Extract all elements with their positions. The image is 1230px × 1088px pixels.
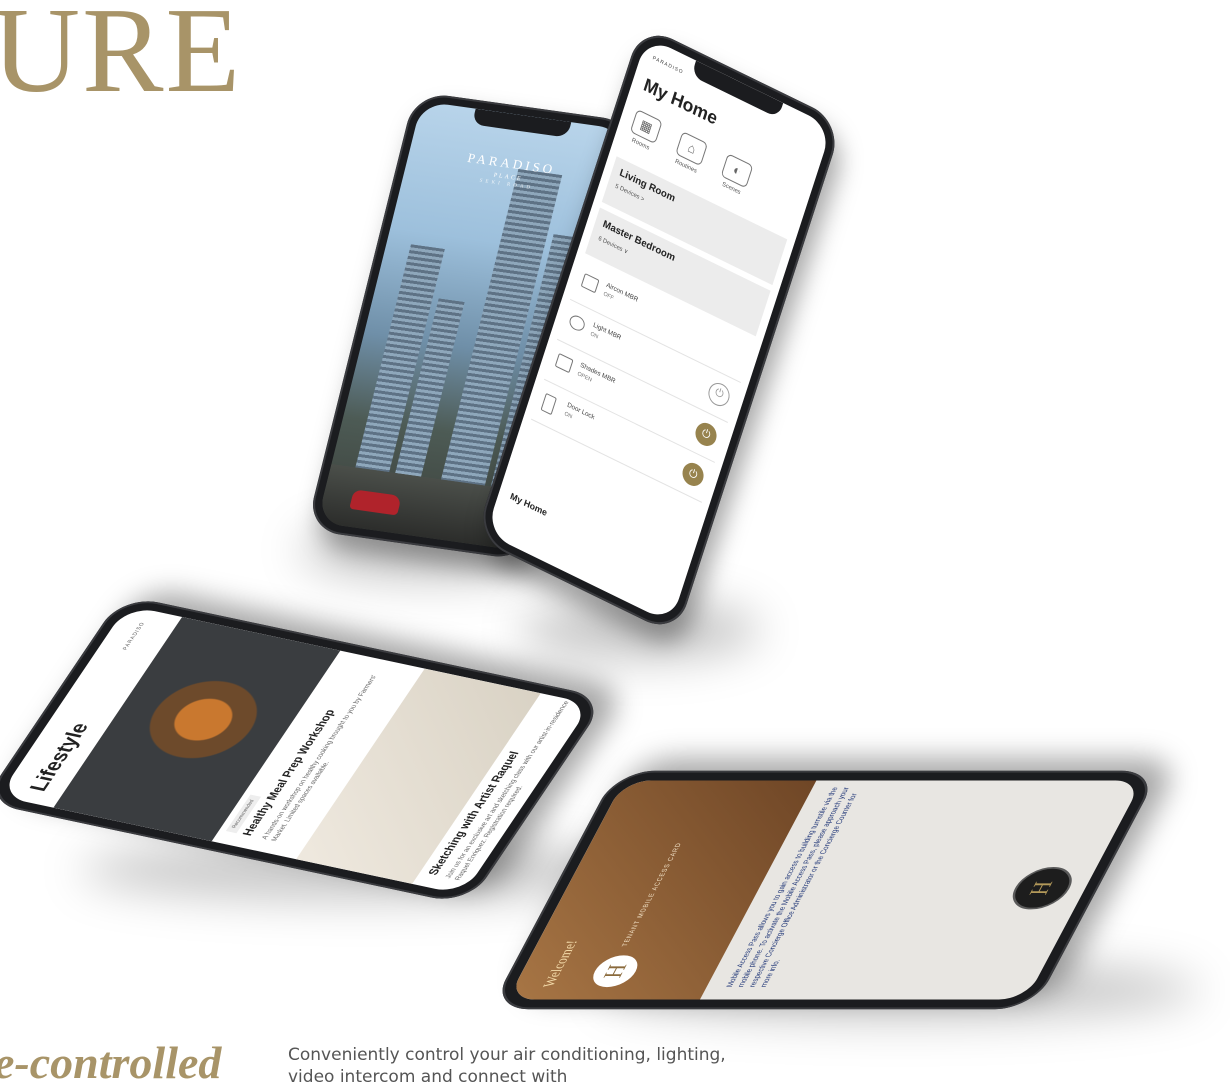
tab-rooms[interactable]: ▦ Rooms (624, 108, 665, 155)
app-home-button[interactable]: H (1003, 867, 1081, 910)
device-status: OFF (602, 291, 615, 302)
aircon-icon (580, 272, 600, 294)
power-toggle[interactable]: ⏻ (692, 419, 720, 450)
power-toggle[interactable]: ⏻ (705, 379, 733, 410)
bulb-icon (567, 312, 587, 334)
tab-routines[interactable]: ⌂ Routines (669, 130, 710, 177)
tab-scenes[interactable]: ◐ Scenes (715, 152, 756, 199)
lifestyle-screen: Lifestyle PARADISO Recommended Healthy M… (0, 605, 592, 895)
feature-description: Conveniently control your air conditioni… (288, 1045, 726, 1087)
feature-subheading: e-controlled (0, 1037, 222, 1088)
device-status: ON (563, 411, 573, 421)
lock-icon (540, 392, 557, 416)
device-status: ON (589, 331, 599, 341)
page-headline: URE (0, 0, 242, 118)
phone-notch (471, 108, 572, 138)
welcome-screen: Welcome! H TENANT MOBILE ACCESS CARD Mob… (507, 780, 1143, 1000)
power-toggle[interactable]: ⏻ (679, 459, 707, 490)
paradiso-logo: PARADISO PLACE SEKI ROAD (404, 142, 615, 202)
app-brand: PARADISO (121, 621, 147, 651)
app-brand: PARADISO (651, 55, 685, 76)
shades-icon (554, 352, 574, 374)
section-footer: My Home (509, 490, 549, 519)
